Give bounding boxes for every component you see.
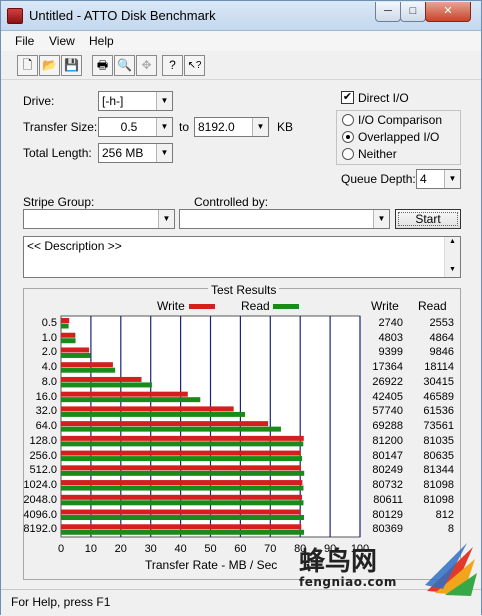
read-bar bbox=[61, 441, 304, 447]
write-value: 80732 bbox=[372, 479, 403, 492]
write-value: 26922 bbox=[372, 375, 403, 388]
read-value: 80635 bbox=[423, 449, 454, 462]
transfer-size-row-label: 0.5 bbox=[41, 317, 57, 329]
read-bar bbox=[61, 411, 245, 417]
read-bar bbox=[61, 338, 76, 344]
write-value: 69288 bbox=[372, 420, 403, 433]
write-bar bbox=[61, 347, 90, 353]
read-bar bbox=[61, 397, 201, 403]
status-text: For Help, press F1 bbox=[11, 595, 111, 609]
read-value: 30415 bbox=[423, 375, 454, 388]
transfer-size-row-label: 32.0 bbox=[35, 405, 57, 418]
transfer-size-row-label: 2.0 bbox=[41, 346, 57, 359]
read-value: 46589 bbox=[423, 390, 454, 403]
write-bar bbox=[61, 362, 113, 368]
write-value: 2740 bbox=[378, 317, 403, 329]
read-value: 61536 bbox=[423, 405, 454, 418]
x-axis-label: Transfer Rate - MB / Sec bbox=[145, 558, 278, 572]
x-tick-label: 70 bbox=[264, 543, 277, 555]
read-value: 81344 bbox=[423, 464, 454, 477]
write-value: 4803 bbox=[378, 331, 403, 344]
write-bar bbox=[61, 509, 301, 515]
read-bar bbox=[61, 485, 304, 491]
read-bar bbox=[61, 352, 91, 358]
write-bar bbox=[61, 391, 188, 397]
write-bar bbox=[61, 494, 303, 500]
read-value: 81035 bbox=[423, 434, 454, 447]
x-tick-label: 60 bbox=[234, 543, 247, 555]
write-value: 17364 bbox=[372, 361, 403, 374]
write-bar bbox=[61, 318, 70, 323]
transfer-size-row-label: 1024.0 bbox=[23, 479, 57, 492]
read-bar bbox=[61, 426, 281, 432]
write-bar bbox=[61, 465, 301, 471]
transfer-size-row-label: 2048.0 bbox=[23, 493, 57, 506]
read-value: 73561 bbox=[423, 420, 454, 433]
read-value: 81098 bbox=[423, 493, 454, 506]
transfer-size-row-label: 4096.0 bbox=[23, 508, 57, 521]
read-value: 81098 bbox=[423, 479, 454, 492]
write-value: 42405 bbox=[372, 390, 403, 403]
transfer-size-row-label: 1.0 bbox=[41, 331, 57, 344]
read-bar bbox=[61, 456, 303, 462]
write-value: 80147 bbox=[372, 449, 403, 462]
write-value: 81200 bbox=[372, 434, 403, 447]
transfer-size-row-label: 128.0 bbox=[29, 434, 57, 447]
write-bar bbox=[61, 406, 234, 412]
x-tick-label: 10 bbox=[84, 543, 98, 555]
read-value: 812 bbox=[435, 508, 454, 521]
watermark-domain: fengniao.com bbox=[299, 575, 397, 589]
transfer-size-row-label: 8192.0 bbox=[23, 523, 57, 536]
transfer-size-row-label: 8.0 bbox=[41, 375, 57, 388]
read-bar bbox=[61, 515, 305, 521]
read-value: 4864 bbox=[429, 331, 454, 344]
read-bar bbox=[61, 382, 152, 388]
write-value: 9399 bbox=[378, 346, 403, 359]
write-value: 80249 bbox=[372, 464, 403, 477]
watermark-chinese: 蜂鸟网 bbox=[299, 547, 378, 577]
x-tick-label: 30 bbox=[144, 543, 157, 555]
read-bar bbox=[61, 529, 305, 535]
write-bar bbox=[61, 524, 302, 530]
x-tick-label: 50 bbox=[204, 543, 217, 555]
transfer-size-row-label: 16.0 bbox=[35, 390, 57, 403]
read-value: 8 bbox=[447, 523, 454, 536]
transfer-size-row-label: 512.0 bbox=[29, 464, 57, 477]
transfer-size-row-label: 4.0 bbox=[41, 361, 57, 374]
read-bar bbox=[61, 470, 305, 476]
write-bar bbox=[61, 480, 303, 486]
write-value: 57740 bbox=[372, 405, 403, 418]
bird-logo-icon bbox=[425, 543, 477, 596]
write-bar bbox=[61, 435, 304, 441]
fengniao-watermark: 蜂鸟网 fengniao.com bbox=[299, 541, 479, 597]
write-bar bbox=[61, 421, 269, 427]
write-bar bbox=[61, 450, 301, 456]
write-bar bbox=[61, 332, 76, 338]
write-bar bbox=[61, 376, 142, 382]
read-value: 9846 bbox=[429, 346, 454, 359]
read-value: 18114 bbox=[424, 361, 454, 374]
x-tick-label: 40 bbox=[174, 543, 187, 555]
transfer-rate-chart bbox=[60, 315, 361, 538]
write-value: 80611 bbox=[373, 493, 403, 506]
transfer-size-row-label: 64.0 bbox=[35, 420, 57, 433]
write-value: 80129 bbox=[372, 508, 403, 521]
write-value: 80369 bbox=[372, 523, 403, 536]
read-bar bbox=[61, 500, 304, 506]
read-bar bbox=[61, 323, 69, 329]
app-window: Untitled - ATTO Disk Benchmark ─ □ ✕ Fil… bbox=[0, 0, 482, 615]
x-tick-label: 20 bbox=[114, 543, 127, 555]
transfer-size-row-label: 256.0 bbox=[29, 449, 57, 462]
read-bar bbox=[61, 367, 116, 373]
read-value: 2553 bbox=[429, 317, 454, 329]
x-tick-label: 0 bbox=[57, 543, 65, 555]
